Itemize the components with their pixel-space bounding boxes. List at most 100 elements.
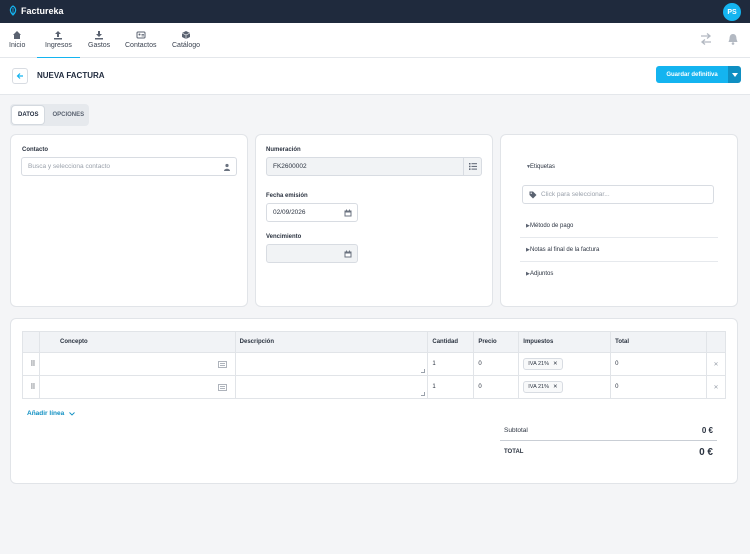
brand-logo[interactable]: Factureka xyxy=(8,5,64,16)
caret-right-icon: ▶ xyxy=(526,271,530,277)
user-icon xyxy=(224,163,230,171)
tab-opciones[interactable]: OPCIONES xyxy=(46,106,90,124)
contact-search-input[interactable]: Busca y selecciona contacto xyxy=(21,157,237,176)
accordion-label: Método de pago xyxy=(530,222,574,229)
download-icon xyxy=(95,31,104,40)
upload-icon xyxy=(54,31,63,40)
accordion-label: Adjuntos xyxy=(530,271,554,277)
nav-inicio[interactable]: Inicio xyxy=(9,30,25,49)
save-options-dropdown[interactable] xyxy=(728,66,741,83)
nav-label: Catálogo xyxy=(172,42,201,49)
price-input[interactable]: 0 xyxy=(473,352,520,376)
add-line-label: Añadir línea xyxy=(27,410,65,417)
attachments-toggle[interactable]: ▶ Adjuntos xyxy=(520,262,718,286)
nav-label: Ingresos xyxy=(45,42,72,49)
line-total: 0 xyxy=(610,352,707,376)
top-bar: Factureka PS xyxy=(0,0,750,23)
nav-catalogo[interactable]: Catálogo xyxy=(172,30,200,49)
issue-date-value: 02/09/2026 xyxy=(273,209,306,216)
issue-date-input[interactable]: 02/09/2026 xyxy=(266,203,358,222)
catalog-picker-icon[interactable] xyxy=(217,361,227,368)
column-header-concept: Concepto xyxy=(38,331,236,353)
nav-gastos[interactable]: Gastos xyxy=(88,30,110,49)
subtotal-row: Subtotal 0 € xyxy=(500,421,717,441)
column-header-qty: Cantidad xyxy=(427,331,475,353)
leaf-logo-icon xyxy=(9,5,17,16)
chevron-down-icon xyxy=(69,411,76,416)
back-button[interactable] xyxy=(12,68,28,84)
tab-datos[interactable]: DATOS xyxy=(12,106,45,124)
concept-input[interactable] xyxy=(38,352,236,376)
switch-arrows-icon[interactable] xyxy=(699,32,713,46)
total-value: 0 € xyxy=(699,446,713,458)
nav-label: Gastos xyxy=(88,42,111,49)
table-row: ⠿ 1 0 IVA 21% ✕ 0 ✕ xyxy=(22,352,727,376)
delete-line-icon[interactable]: ✕ xyxy=(705,375,727,399)
remove-tax-icon[interactable]: ✕ xyxy=(553,384,558,390)
footer-notes-toggle[interactable]: ▶ Notas al final de la factura xyxy=(520,238,718,262)
caret-down-icon xyxy=(731,72,738,77)
tax-tag: IVA 21% ✕ xyxy=(523,358,563,370)
nav-ingresos[interactable]: Ingresos xyxy=(37,30,80,59)
app-name: Factureka xyxy=(21,5,64,16)
add-line-button[interactable]: Añadir línea xyxy=(27,410,76,417)
quantity-input[interactable]: 1 xyxy=(427,375,475,399)
resize-handle-icon[interactable] xyxy=(421,369,426,373)
due-date-label: Vencimiento xyxy=(266,234,302,240)
tags-placeholder: Click para seleccionar... xyxy=(541,191,610,198)
user-avatar[interactable]: PS xyxy=(723,3,741,21)
caret-down-icon: ▼ xyxy=(526,164,531,170)
concept-input[interactable] xyxy=(38,375,236,399)
drag-handle-icon[interactable]: ⠿ xyxy=(22,352,40,376)
table-row: ⠿ 1 0 IVA 21% ✕ 0 ✕ xyxy=(22,375,727,399)
remove-tax-icon[interactable]: ✕ xyxy=(553,361,558,367)
list-icon xyxy=(468,163,477,170)
form-tabs: DATOS OPCIONES xyxy=(10,104,89,126)
delete-line-icon[interactable]: ✕ xyxy=(705,352,727,376)
tax-tag: IVA 21% ✕ xyxy=(523,381,563,393)
tags-input[interactable]: Click para seleccionar... xyxy=(522,185,714,204)
total-row: TOTAL 0 € xyxy=(500,444,717,460)
price-input[interactable]: 0 xyxy=(473,375,520,399)
calendar-icon xyxy=(344,209,352,217)
payment-method-toggle[interactable]: ▶ Método de pago xyxy=(520,214,718,238)
catalog-picker-icon[interactable] xyxy=(217,384,227,391)
accordion-label: Notas al final de la factura xyxy=(530,246,600,253)
due-date-input[interactable] xyxy=(266,244,358,263)
contact-placeholder: Busca y selecciona contacto xyxy=(28,163,111,170)
save-final-button[interactable]: Guardar definitiva xyxy=(656,66,728,83)
tags-label: Etiquetas xyxy=(530,164,556,170)
table-header-row: Concepto Descripción Cantidad Precio Imp… xyxy=(22,331,727,353)
column-header-description: Descripción xyxy=(234,331,429,353)
column-header-total: Total xyxy=(610,331,707,353)
contacts-icon xyxy=(136,31,146,39)
numbering-input[interactable]: FK2600002 xyxy=(266,157,482,176)
resize-handle-icon[interactable] xyxy=(421,392,426,396)
box-icon xyxy=(181,31,191,39)
nav-contactos[interactable]: Contactos xyxy=(125,30,157,49)
main-nav: Inicio Ingresos Gastos Contactos Catálog… xyxy=(0,23,750,59)
issue-date-label: Fecha emisión xyxy=(266,193,308,199)
contact-label: Contacto xyxy=(22,147,48,153)
description-input[interactable] xyxy=(234,375,429,399)
drag-handle-icon[interactable]: ⠿ xyxy=(22,375,40,399)
tax-tag-label: IVA 21% xyxy=(528,384,549,390)
actions-column-header xyxy=(705,331,727,353)
numbering-label: Numeración xyxy=(266,147,301,153)
quantity-input[interactable]: 1 xyxy=(427,352,475,376)
tags-section-toggle[interactable]: ▼ Etiquetas xyxy=(520,155,718,179)
numbering-value: FK2600002 xyxy=(273,163,307,170)
description-input[interactable] xyxy=(234,352,429,376)
page-header: NUEVA FACTURA Guardar definitiva xyxy=(0,58,750,95)
taxes-input[interactable]: IVA 21% ✕ xyxy=(518,375,612,399)
taxes-input[interactable]: IVA 21% ✕ xyxy=(518,352,612,376)
bell-icon[interactable] xyxy=(726,32,740,46)
nav-label: Inicio xyxy=(9,42,26,49)
page-title: NUEVA FACTURA xyxy=(37,71,105,80)
calendar-icon xyxy=(344,250,352,258)
column-header-price: Precio xyxy=(473,331,520,353)
numbering-series-button[interactable] xyxy=(463,158,481,175)
tag-icon xyxy=(529,191,537,198)
total-label: TOTAL xyxy=(504,449,524,455)
column-header-taxes: Impuestos xyxy=(518,331,612,353)
